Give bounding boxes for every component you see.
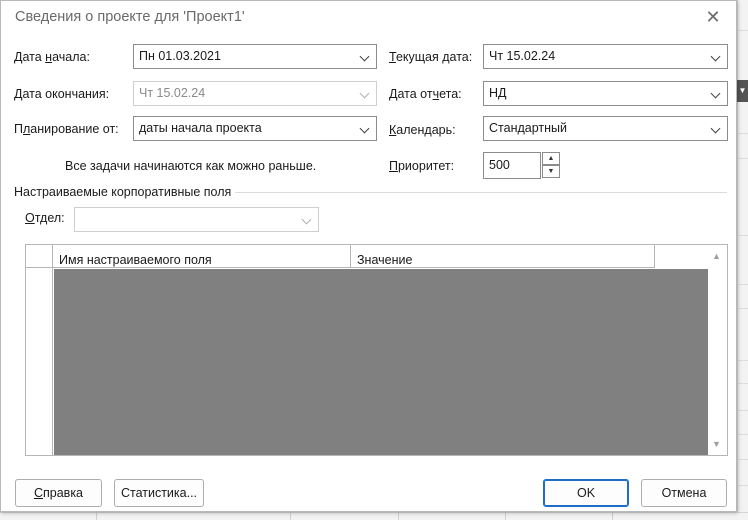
background-gridline [290, 512, 291, 520]
chevron-down-icon[interactable] [706, 117, 724, 140]
background-gridline [737, 410, 748, 411]
background-gridline [737, 434, 748, 435]
background-gridline [505, 512, 506, 520]
column-header-field-name[interactable]: Имя настраиваемого поля [53, 245, 351, 268]
background-gridline [737, 133, 748, 134]
grid-row-header [26, 245, 53, 455]
schedule-from-value: даты начала проекта [139, 121, 262, 135]
current-date-label: Текущая дата: [389, 50, 473, 64]
spin-up-icon[interactable]: ▲ [542, 152, 560, 165]
chevron-down-icon[interactable] [355, 117, 373, 140]
start-date-value: Пн 01.03.2021 [139, 49, 221, 63]
current-date-combo[interactable]: Чт 15.02.24 [483, 44, 728, 69]
background-scroll-down-icon[interactable]: ▼ [737, 80, 748, 102]
grid-header: Имя настраиваемого поля Значение [53, 245, 655, 268]
background-gridline [737, 235, 748, 236]
background-sheet-column [737, 0, 748, 520]
calendar-label: Календарь: [389, 123, 456, 137]
grid-scrollbar[interactable]: ▲ ▼ [708, 245, 727, 455]
background-gridline [737, 360, 748, 361]
finish-date-label: Дата окончания: [14, 87, 110, 101]
background-bottom-strip [0, 512, 748, 520]
scroll-down-icon[interactable]: ▼ [712, 439, 721, 449]
spin-down-icon[interactable]: ▼ [542, 165, 560, 178]
statistics-button[interactable]: Статистика... [114, 479, 204, 507]
background-gridline [737, 459, 748, 460]
background-gridline [737, 383, 748, 384]
project-information-dialog: Сведения о проекте для 'Проект1' ✕ Дата … [0, 0, 737, 512]
chevron-down-icon [355, 82, 373, 105]
background-gridline [737, 308, 748, 309]
schedule-from-label: Планирование от: [14, 122, 119, 136]
background-gridline [398, 512, 399, 520]
background-gridline [737, 158, 748, 159]
chevron-down-icon [297, 208, 315, 231]
start-date-label: Дата начала: [14, 50, 90, 64]
finish-date-combo: Чт 15.02.24 [133, 81, 377, 106]
scroll-up-icon[interactable]: ▲ [712, 251, 721, 261]
status-date-combo[interactable]: НД [483, 81, 728, 106]
department-label: Отдел: [25, 211, 65, 225]
grid-body[interactable] [54, 269, 708, 455]
department-combo [74, 207, 319, 232]
background-gridline [96, 512, 97, 520]
close-icon[interactable]: ✕ [700, 5, 726, 29]
status-date-value: НД [489, 86, 507, 100]
custom-fields-grid: Имя настраиваемого поля Значение ▲ ▼ [25, 244, 728, 456]
background-gridline [737, 284, 748, 285]
cancel-button[interactable]: Отмена [641, 479, 727, 507]
finish-date-value: Чт 15.02.24 [139, 86, 206, 100]
priority-input[interactable]: 500 [483, 152, 541, 179]
dialog-title: Сведения о проекте для 'Проект1' [15, 9, 245, 25]
help-button[interactable]: Справка [15, 479, 102, 507]
schedule-from-combo[interactable]: даты начала проекта [133, 116, 377, 141]
schedule-note: Все задачи начинаются как можно раньше. [65, 159, 317, 173]
status-date-label: Дата отчета: [389, 87, 462, 101]
priority-label: Приоритет: [389, 159, 455, 173]
column-header-value[interactable]: Значение [351, 245, 655, 268]
ok-button[interactable]: OK [543, 479, 629, 507]
chevron-down-icon[interactable] [706, 45, 724, 68]
background-gridline [737, 30, 748, 31]
background-gridline [737, 485, 748, 486]
start-date-combo[interactable]: Пн 01.03.2021 [133, 44, 377, 69]
calendar-value: Стандартный [489, 121, 567, 135]
current-date-value: Чт 15.02.24 [489, 49, 556, 63]
background-gridline [612, 512, 613, 520]
calendar-combo[interactable]: Стандартный [483, 116, 728, 141]
chevron-down-icon[interactable] [355, 45, 373, 68]
chevron-down-icon[interactable] [706, 82, 724, 105]
enterprise-fields-title: Настраиваемые корпоративные поля [14, 185, 236, 199]
grid-corner [26, 245, 53, 268]
